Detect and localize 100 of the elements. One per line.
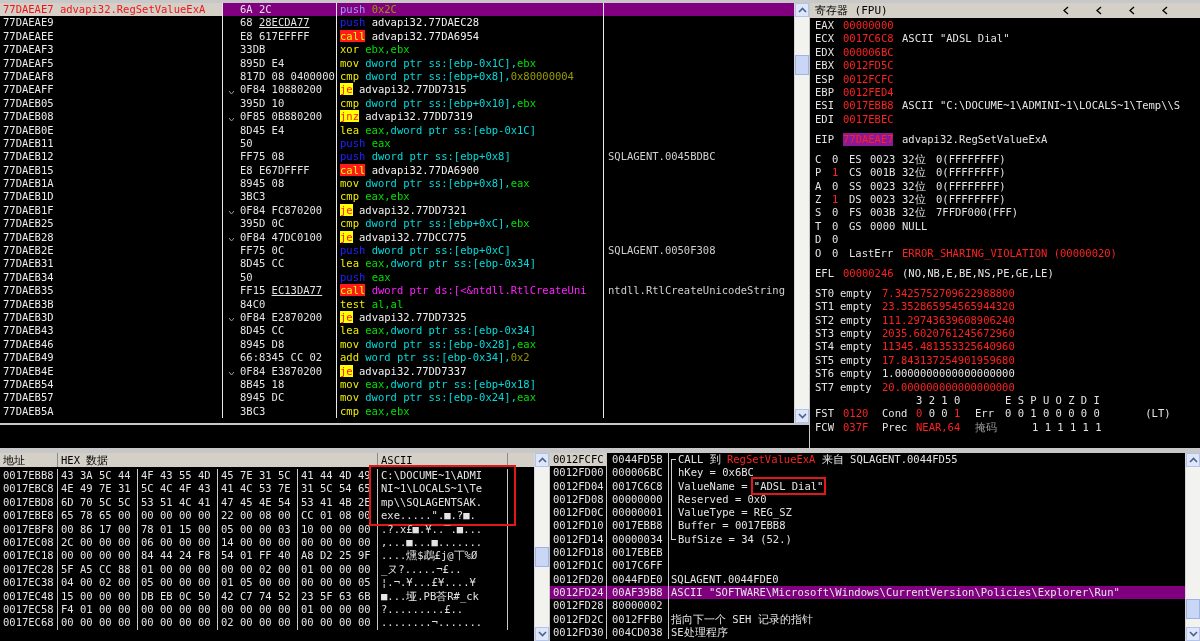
stack-row[interactable]: 0012FD18 0017EBEB [550, 546, 1185, 560]
scroll-down-button[interactable] [1186, 627, 1200, 641]
register-comment: (NO,NB,E,BE,NS,PE,GE,LE) [902, 266, 1054, 281]
field-label: Prec [882, 420, 909, 435]
chevron-left-icon[interactable] [1063, 6, 1069, 15]
stack-row[interactable]: 0012FD10 0017EBB8 Buffer = 0017EBB8 [550, 519, 1185, 533]
scroll-down-button[interactable] [535, 627, 549, 641]
stack-row[interactable]: 0012FD04 0017C6C8 ValueName = "ADSL Dial" [550, 479, 1185, 493]
disassembly-row[interactable]: 77DAEB31 8D45 CC lea eax,dword ptr ss:[ebp-0x34] [0, 257, 794, 271]
disassembly-row[interactable]: 77DAEB25 395D 0C cmp dword ptr ss:[ebp+0xC],ebx [0, 217, 794, 231]
fpu-tag: empty [840, 300, 882, 314]
value-cell: 0012FFB0 [607, 612, 669, 626]
disassembly-row[interactable]: 77DAEB12 FF75 08 push dword ptr ss:[ebp+0x8] SQLAGENT.0045BDBC [0, 150, 794, 164]
disassembly-row[interactable]: 77DAEB43 8D45 CC lea eax,dword ptr ss:[ebp-0x34] [0, 324, 794, 338]
address-cell: 77DAEAFF [0, 83, 223, 97]
scrollbar[interactable] [534, 453, 549, 641]
stack-row[interactable]: 0012FD00 000006BC hKey = 0x6BC [550, 466, 1185, 480]
stack-row[interactable]: 0012FD0C 00000001 ValueType = REG_SZ [550, 506, 1185, 520]
disassembly-row[interactable]: 77DAEAFF 0F84 10880200 je advapi32.77DD7315 [0, 83, 794, 97]
stack-row[interactable]: 0012FD14 00000034 BufSize = 34 (52.) [550, 532, 1185, 547]
scroll-thumb[interactable] [1186, 599, 1200, 619]
stack-comment: 指向下一个 SEH 记录的指针 [671, 612, 813, 626]
address-cell: 77DAEB34 [0, 270, 223, 285]
address-cell-text: 0017EC48 [2, 589, 55, 603]
register-value: 0120 [843, 407, 870, 421]
scroll-up-button[interactable] [1186, 453, 1200, 467]
fpu-register-name: ST2 [815, 313, 835, 327]
hex-cell: 50 [240, 270, 337, 285]
chevron-left-icon[interactable] [1129, 6, 1135, 15]
scrollbar[interactable] [1185, 453, 1200, 641]
disassembly-row[interactable]: 77DAEB1A 8945 08 mov dword ptr ss:[ebp+0x8],eax [0, 177, 794, 191]
hex-cell-text: DB EB 0C 50 [140, 589, 212, 603]
hex-cell-text: 2C 00 00 00 [60, 535, 132, 550]
stack-row[interactable]: 0012FCFC 0044FD5B CALL 到 RegSetValueExA 来自 SQLAGENT.0044FD55 [550, 453, 1185, 467]
disassembly-row[interactable]: 77DAEB1D 3BC3 cmp eax,ebx [0, 190, 794, 204]
chevron-left-icon[interactable] [1096, 6, 1102, 15]
stack-comment: SE处理程序 [671, 625, 728, 640]
stack-row[interactable]: 0012FD24 00AF39B8 ASCII "SOFTWARE\Microsoft\Windows\CurrentVersion\Policies\Explorer\Run" [550, 585, 1185, 600]
panel-title: 寄存器 (FPU) [815, 3, 888, 18]
address-cell: 77DAEB57 [0, 391, 223, 405]
register-value: 0017C6C8 [843, 32, 895, 46]
scroll-up-button[interactable] [795, 3, 809, 17]
disassembly-row[interactable]: 77DAEB3D 0F84 E2870200 je advapi32.77DD7325 [0, 311, 794, 325]
disassembly-row[interactable]: 77DAEAF3 33DB xor ebx,ebx [0, 43, 794, 57]
disassembly-row[interactable]: 77DAEAE7 advapi32.RegSetValueExA 6A 2C push 0x2C [0, 3, 794, 17]
address-cell: 77DAEAEE [0, 29, 223, 44]
disassembly-row[interactable]: 77DAEB46 8945 D8 mov dword ptr ss:[ebp-0x28],eax [0, 337, 794, 352]
stack-row[interactable]: 0012FD28 80000002 [550, 599, 1185, 613]
disassembly-row[interactable]: 77DAEB49 66:8345 CC 02 add word ptr ss:[ebp-0x34],0x2 [0, 351, 794, 365]
chevron-left-icon[interactable] [1162, 6, 1168, 15]
segment-bits: 32位 [902, 152, 927, 167]
disassembly-row[interactable]: 77DAEB54 8B45 18 mov eax,dword ptr ss:[ebp+0x18] [0, 377, 794, 392]
scroll-thumb[interactable] [795, 55, 809, 75]
disassembly-row[interactable]: 77DAEB08 0F85 0B880200 jnz advapi32.77DD7319 [0, 110, 794, 124]
disassembly-row[interactable]: 77DAEAF5 895D E4 mov dword ptr ss:[ebp-0x1C],ebx [0, 56, 794, 70]
hex-cell-text: 00 86 17 00 [60, 522, 132, 536]
stack-row[interactable]: 0012FD1C 0017C6FF [550, 559, 1185, 573]
scroll-down-button[interactable] [795, 409, 809, 423]
ascii-cell-text: ¦.¬.¥...£¥....¥ [380, 576, 477, 590]
segment-bits: 32位 [902, 193, 927, 207]
address-cell: 0012FD28 [550, 599, 607, 613]
disassembly-row[interactable]: 77DAEB11 50 push eax [0, 136, 794, 151]
register-value: 0012FCFC [843, 72, 895, 86]
address-cell: 77DAEB35 [0, 284, 223, 298]
fpu-register-name: ST7 [815, 380, 835, 394]
value-cell: 00AF39B8 [607, 585, 669, 600]
hex-cell-text: 65 78 65 00 [60, 509, 132, 523]
disassembly-row[interactable]: 77DAEB15 E8 E67DFFFF call advapi32.77DA6900 [0, 163, 794, 178]
instruction-cell: je advapi32.77DD7337 [337, 364, 604, 378]
hex-cell-text: 41 4C 53 7E [220, 482, 292, 496]
disassembly-row[interactable]: 77DAEB57 8945 DC mov dword ptr ss:[ebp-0x24],eax [0, 391, 794, 405]
stack-row[interactable]: 0012FD08 00000000 Reserved = 0x0 [550, 492, 1185, 507]
segment-selector: 003B [870, 206, 897, 220]
scroll-up-button[interactable] [535, 453, 549, 467]
flag-value: 0 [832, 179, 840, 194]
disassembly-row[interactable]: 77DAEB2E FF75 0C push dword ptr ss:[ebp+0xC] SQLAGENT.0050F308 [0, 244, 794, 258]
disassembly-row[interactable]: 77DAEB4E 0F84 E3870200 je advapi32.77DD7337 [0, 364, 794, 378]
scrollbar[interactable] [794, 3, 809, 423]
disassembly-row[interactable]: 77DAEAE9 68 28ECDA77 push advapi32.77DAEC28 [0, 16, 794, 30]
segment-bits: 32位 [902, 166, 927, 180]
disassembly-row[interactable]: 77DAEB28 0F84 47DC0100 je advapi32.77DCC775 [0, 230, 794, 245]
segment-base: 0(FFFFFFFF) [936, 179, 1006, 194]
disassembly-row[interactable]: 77DAEB5A 3BC3 cmp eax,ebx [0, 404, 794, 419]
bit-header: 3 2 1 0 [916, 393, 962, 408]
disassembly-row[interactable]: 77DAEB0E 8D45 E4 lea eax,dword ptr ss:[ebp-0x1C] [0, 123, 794, 137]
instruction-cell: je advapi32.77DD7315 [337, 83, 604, 97]
address-cell-text: 0017EBB8 [2, 469, 55, 483]
disassembly-row[interactable]: 77DAEB1F 0F84 FC870200 je advapi32.77DD7321 [0, 203, 794, 218]
stack-row[interactable]: 0012FD2C 0012FFB0 指向下一个 SEH 记录的指针 [550, 612, 1185, 626]
hex-cell: 68 28ECDA77 [240, 16, 337, 30]
scroll-thumb[interactable] [535, 547, 549, 567]
address-cell: 0012FD10 [550, 519, 607, 533]
instruction-cell: push eax [337, 136, 604, 151]
stack-row[interactable]: 0012FD30 004CD038 SE处理程序 [550, 625, 1185, 640]
fpu-tag: empty [840, 286, 882, 301]
stack-comment: ASCII "SOFTWARE\Microsoft\Windows\CurrentVersion\Policies\Explorer\Run" [671, 585, 1120, 600]
disassembly-row[interactable]: 77DAEB35 FF15 EC13DA77 call dword ptr ds:[<&ntdll.RtlCreateUni ntdll.RtlCreateUnicodeString [0, 284, 794, 298]
disassembly-row[interactable]: 77DAEAEE E8 617EFFFF call advapi32.77DA6954 [0, 29, 794, 44]
segment-base: 0(FFFFFFFF) [936, 152, 1006, 167]
segment-base: 0(FFFFFFFF) [936, 166, 1006, 180]
